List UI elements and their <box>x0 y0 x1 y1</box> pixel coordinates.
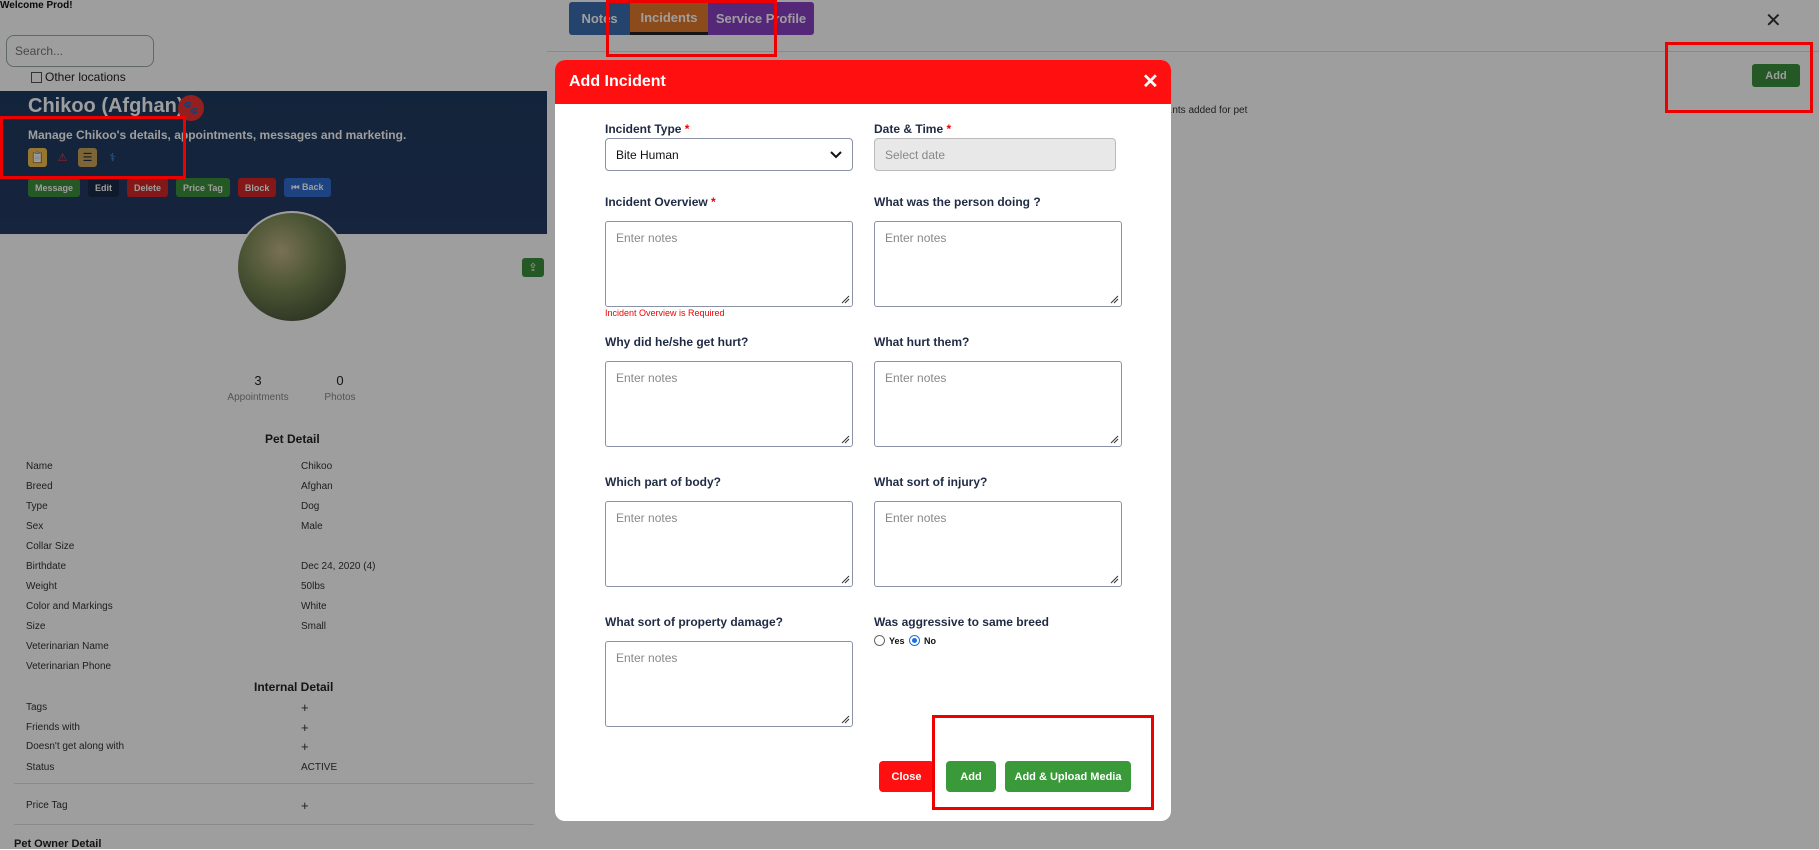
chevron-down-icon <box>830 150 842 158</box>
aggressive-no-radio[interactable]: No <box>909 635 936 646</box>
date-time-label-text: Date & Time <box>874 122 944 136</box>
yes-label: Yes <box>889 635 905 646</box>
incident-overview-label: Incident Overview * <box>605 195 716 209</box>
highlight-box <box>0 116 186 179</box>
property-damage-textarea[interactable]: Enter notes <box>605 641 853 727</box>
incident-type-value: Bite Human <box>616 147 679 162</box>
resize-handle-icon[interactable] <box>840 294 850 304</box>
incident-overview-textarea[interactable]: Enter notes <box>605 221 853 307</box>
overview-error-text: Incident Overview is Required <box>605 308 725 318</box>
incident-type-label: Incident Type * <box>605 122 689 136</box>
property-damage-label: What sort of property damage? <box>605 615 784 629</box>
aggressive-label: Was aggressive to same breed <box>874 615 1049 629</box>
textarea-placeholder: Enter notes <box>885 511 947 525</box>
aggressive-yes-radio[interactable]: Yes <box>874 635 905 646</box>
required-mark: * <box>946 122 952 136</box>
required-mark: * <box>711 195 716 209</box>
close-icon[interactable]: ✕ <box>1142 69 1159 94</box>
injury-label: What sort of injury? <box>874 475 988 489</box>
incident-type-label-text: Incident Type <box>605 122 682 136</box>
textarea-placeholder: Enter notes <box>616 231 678 245</box>
what-hurt-label: What hurt them? <box>874 335 970 349</box>
date-time-label: Date & Time * <box>874 122 951 136</box>
incident-type-select[interactable]: Bite Human <box>605 138 853 171</box>
modal-title: Add Incident <box>569 73 666 90</box>
textarea-placeholder: Enter notes <box>885 231 947 245</box>
radio-icon[interactable] <box>874 635 885 646</box>
resize-handle-icon[interactable] <box>840 714 850 724</box>
required-mark: * <box>684 122 690 136</box>
resize-handle-icon[interactable] <box>1109 574 1119 584</box>
highlight-box <box>606 0 777 57</box>
resize-handle-icon[interactable] <box>840 574 850 584</box>
incident-overview-label-text: Incident Overview <box>605 195 708 209</box>
close-button[interactable]: Close <box>879 761 934 792</box>
body-part-label: Which part of body? <box>605 475 721 489</box>
why-hurt-textarea[interactable]: Enter notes <box>605 361 853 447</box>
add-incident-modal: Add Incident ✕ Incident Type * Bite Huma… <box>555 60 1171 821</box>
highlight-box <box>932 715 1154 810</box>
person-doing-label: What was the person doing ? <box>874 195 1041 209</box>
resize-handle-icon[interactable] <box>1109 294 1119 304</box>
person-doing-textarea[interactable]: Enter notes <box>874 221 1122 307</box>
injury-textarea[interactable]: Enter notes <box>874 501 1122 587</box>
body-part-textarea[interactable]: Enter notes <box>605 501 853 587</box>
resize-handle-icon[interactable] <box>840 434 850 444</box>
what-hurt-textarea[interactable]: Enter notes <box>874 361 1122 447</box>
date-placeholder: Select date <box>885 147 946 162</box>
textarea-placeholder: Enter notes <box>616 511 678 525</box>
resize-handle-icon[interactable] <box>1109 434 1119 444</box>
radio-selected-icon[interactable] <box>909 635 920 646</box>
textarea-placeholder: Enter notes <box>885 371 947 385</box>
why-hurt-label: Why did he/she get hurt? <box>605 335 749 349</box>
no-label: No <box>924 635 936 646</box>
date-time-input[interactable]: Select date <box>874 138 1116 171</box>
textarea-placeholder: Enter notes <box>616 371 678 385</box>
textarea-placeholder: Enter notes <box>616 651 678 665</box>
highlight-box <box>1665 42 1813 113</box>
